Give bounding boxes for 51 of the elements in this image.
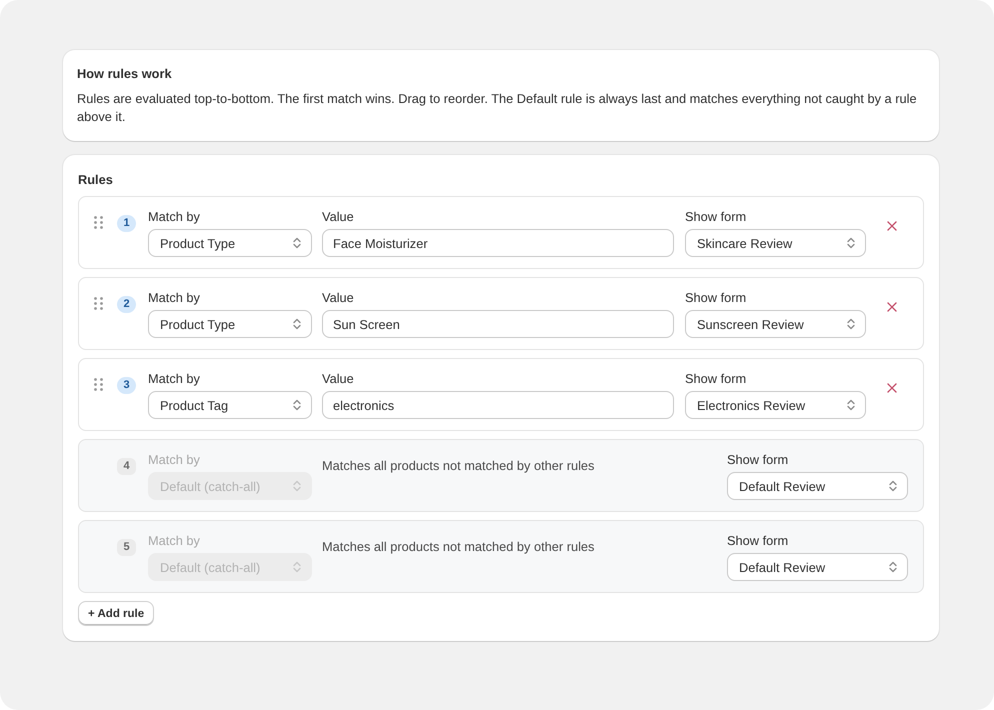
add-rule-button[interactable]: + Add rule bbox=[78, 601, 154, 626]
value-field[interactable]: electronics bbox=[322, 391, 674, 419]
field-label: Show form bbox=[727, 533, 790, 549]
chevrons-up-down-icon bbox=[293, 399, 301, 411]
field-label: Show form bbox=[727, 452, 790, 468]
drag-handle-icon[interactable] bbox=[94, 378, 103, 391]
field-label: Match by bbox=[148, 290, 201, 306]
field-label: Match by bbox=[148, 371, 201, 387]
card-title: How rules work bbox=[77, 66, 173, 82]
match-by-select[interactable]: Product Tag bbox=[148, 391, 312, 419]
drag-handle-icon[interactable] bbox=[94, 297, 103, 310]
rule-number: 1 bbox=[117, 215, 136, 232]
chevrons-up-down-icon bbox=[889, 480, 897, 492]
card-title: Rules bbox=[78, 172, 114, 188]
match-by-select[interactable]: Product Type bbox=[148, 229, 312, 257]
rule-note: Matches all products not matched by other rules bbox=[322, 458, 594, 474]
field-label: Match by bbox=[148, 209, 201, 225]
field-label: Show form bbox=[685, 290, 748, 306]
rule-note: Matches all products not matched by other rules bbox=[322, 539, 594, 555]
show-form-select[interactable]: Sunscreen Review bbox=[685, 310, 866, 338]
x-icon bbox=[887, 383, 897, 393]
chevrons-up-down-icon bbox=[293, 480, 301, 492]
chevrons-up-down-icon bbox=[847, 318, 855, 330]
chevrons-up-down-icon bbox=[847, 399, 855, 411]
field-label: Value bbox=[322, 209, 355, 225]
chevrons-up-down-icon bbox=[293, 561, 301, 573]
show-form-select[interactable]: Default Review bbox=[727, 472, 908, 500]
value-field[interactable]: Sun Screen bbox=[322, 310, 674, 338]
chevrons-up-down-icon bbox=[847, 237, 855, 249]
x-icon bbox=[887, 302, 897, 312]
chevrons-up-down-icon bbox=[293, 237, 301, 249]
match-by-select[interactable]: Product Type bbox=[148, 310, 312, 338]
field-label: Value bbox=[322, 371, 355, 387]
chevrons-up-down-icon bbox=[293, 318, 301, 330]
field-label: Show form bbox=[685, 209, 748, 225]
drag-handle-icon[interactable] bbox=[94, 216, 103, 229]
show-form-select[interactable]: Electronics Review bbox=[685, 391, 866, 419]
field-label: Match by bbox=[148, 452, 201, 468]
field-label: Value bbox=[322, 290, 355, 306]
value-field[interactable]: Face Moisturizer bbox=[322, 229, 674, 257]
field-label: Match by bbox=[148, 533, 201, 549]
info-text: Rules are evaluated top-to-bottom. The first match wins. Drag to reorder. The Default rule is always last and matches everything not caught by a rule above it. bbox=[77, 90, 918, 126]
x-icon bbox=[887, 221, 897, 231]
field-label: Show form bbox=[685, 371, 748, 387]
show-form-select[interactable]: Default Review bbox=[727, 553, 908, 581]
show-form-select[interactable]: Skincare Review bbox=[685, 229, 866, 257]
rule-number: 2 bbox=[117, 296, 136, 313]
rule-number: 5 bbox=[117, 539, 136, 556]
rule-number: 3 bbox=[117, 377, 136, 394]
rule-number: 4 bbox=[117, 458, 136, 475]
chevrons-up-down-icon bbox=[889, 561, 897, 573]
